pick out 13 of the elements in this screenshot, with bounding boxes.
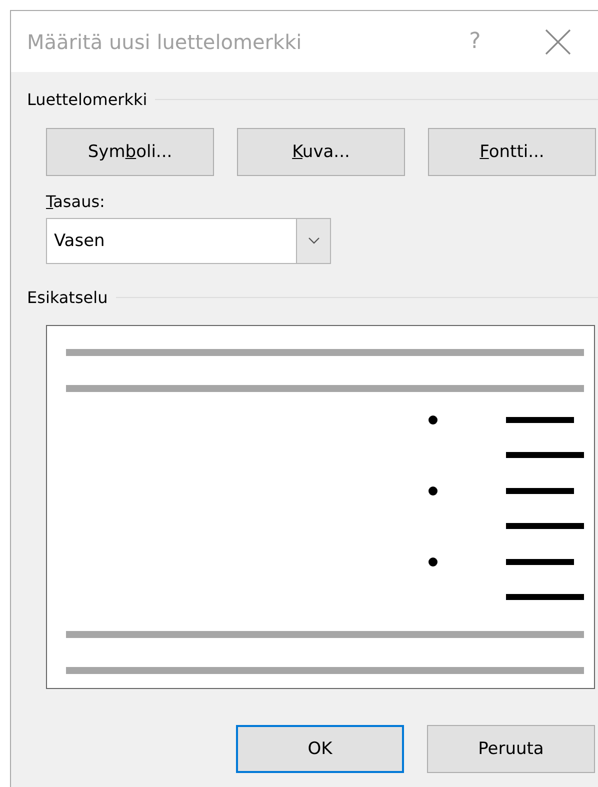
field-label: Tasaus: bbox=[46, 192, 106, 211]
dialog-button[interactable]: Fontti... bbox=[428, 128, 596, 176]
close-icon bbox=[545, 28, 571, 54]
chevron-icon bbox=[308, 237, 320, 245]
section-title: Luettelomerkki bbox=[27, 90, 148, 109]
alignment-dropdown[interactable]: Vasen bbox=[46, 218, 331, 264]
cancel-button[interactable]: Peruuta bbox=[427, 725, 595, 773]
dialog-button[interactable]: Kuva... bbox=[237, 128, 405, 176]
window-title: Määritä uusi luettelomerkki bbox=[27, 30, 303, 54]
ok-button[interactable]: OK bbox=[236, 725, 404, 773]
section-title: Esikatselu bbox=[27, 288, 108, 307]
dialog-button[interactable]: Symboli... bbox=[46, 128, 214, 176]
close-button[interactable] bbox=[543, 26, 573, 56]
